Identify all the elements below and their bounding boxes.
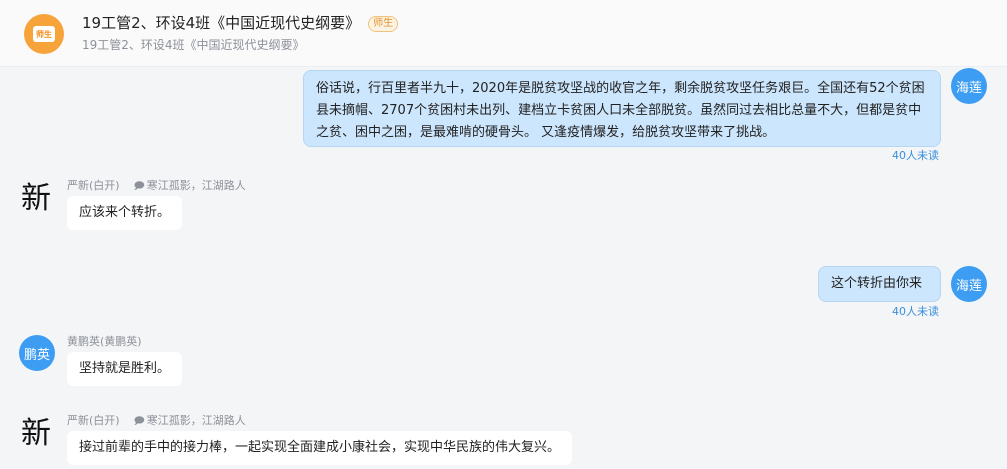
avatar[interactable]: 鹏英 bbox=[19, 335, 55, 371]
message-bubble[interactable]: 俗话说，行百里者半九十，2020年是脱贫攻坚战的收官之年，剩余脱贫攻坚任务艰巨。… bbox=[303, 70, 941, 147]
avatar[interactable]: 海莲 bbox=[951, 266, 987, 302]
message-bubble[interactable]: 坚持就是胜利。 bbox=[67, 352, 183, 386]
group-title: 19工管2、环设4班《中国近现代史纲要》 师生 bbox=[82, 12, 399, 33]
avatar-seal-char: 新 bbox=[21, 181, 51, 216]
sender-tags: 寒江孤影，江湖路人 bbox=[146, 414, 246, 427]
sender-line: 严新(白开) 🗩 寒江孤影，江湖路人 bbox=[67, 177, 246, 196]
avatar-label: 海莲 bbox=[955, 80, 982, 96]
message-bubble[interactable]: 这个转折由你来 bbox=[818, 266, 941, 302]
message-text: 这个转折由你来 bbox=[831, 276, 923, 291]
avatar-label: 海莲 bbox=[955, 278, 982, 294]
message-text: 应该来个转折。 bbox=[79, 205, 171, 220]
message-bubble[interactable]: 接过前辈的手中的接力棒，一起实现全面建成小康社会，实现中华民族的伟大复兴。 bbox=[67, 431, 573, 465]
avatar[interactable]: 新 bbox=[16, 410, 56, 451]
chat-header: 师生 19工管2、环设4班《中国近现代史纲要》 师生 19工管2、环设4班《中国近… bbox=[0, 0, 1007, 67]
chat-bubble-icon: 🗩 bbox=[133, 416, 145, 427]
unread-count[interactable]: 40人未读 bbox=[892, 147, 939, 163]
sender-tags: 寒江孤影，江湖路人 bbox=[146, 179, 246, 192]
message-text: 俗话说，行百里者半九十，2020年是脱贫攻坚战的收官之年，剩余脱贫攻坚任务艰巨。… bbox=[316, 81, 925, 140]
sender-name: 严新(白开) bbox=[67, 414, 120, 427]
avatar[interactable]: 海莲 bbox=[951, 68, 987, 104]
chat-bubble-icon: 🗩 bbox=[133, 181, 145, 192]
group-subtitle: 19工管2、环设4班《中国近现代史纲要》 bbox=[82, 38, 305, 52]
group-avatar-label: 师生 bbox=[36, 29, 52, 39]
sender-name: 严新(白开) bbox=[67, 179, 120, 192]
message-text: 坚持就是胜利。 bbox=[79, 361, 171, 376]
sender-line: 黄鹏英(黄鹏英) bbox=[67, 333, 142, 349]
avatar-label: 鹏英 bbox=[23, 347, 50, 363]
avatar[interactable]: 新 bbox=[16, 175, 56, 216]
unread-count[interactable]: 40人未读 bbox=[892, 303, 939, 319]
sender-line: 严新(白开) 🗩 寒江孤影，江湖路人 bbox=[67, 412, 246, 431]
sender-name: 黄鹏英(黄鹏英) bbox=[67, 335, 142, 348]
book-icon: 师生 bbox=[33, 26, 55, 42]
message-bubble[interactable]: 应该来个转折。 bbox=[67, 196, 183, 230]
message-text: 接过前辈的手中的接力棒，一起实现全面建成小康社会，实现中华民族的伟大复兴。 bbox=[79, 440, 561, 455]
avatar-seal-char: 新 bbox=[21, 416, 51, 451]
group-avatar[interactable]: 师生 bbox=[24, 14, 64, 54]
group-name: 19工管2、环设4班《中国近现代史纲要》 bbox=[82, 14, 361, 32]
teacher-student-badge: 师生 bbox=[368, 16, 399, 32]
